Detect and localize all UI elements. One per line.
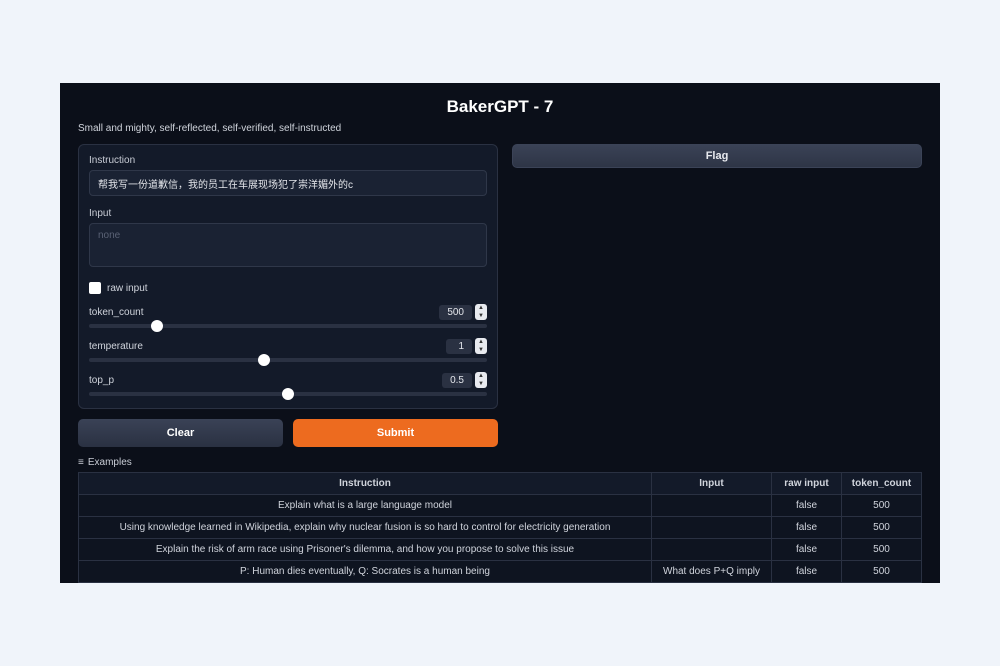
temperature-stepper[interactable]: ▲ ▼ [475,338,487,354]
page-title: BakerGPT - 7 [78,97,922,117]
table-row[interactable]: P: Human dies eventually, Q: Socrates is… [79,561,922,583]
flag-button[interactable]: Flag [512,144,922,168]
main-columns: Instruction Input raw input token_count … [78,144,922,447]
raw-input-row[interactable]: raw input [89,282,487,294]
th-input: Input [652,473,772,495]
cell-raw_input: false [772,517,842,539]
chevron-down-icon[interactable]: ▼ [475,312,487,320]
token-count-value[interactable]: 500 [439,305,472,320]
submit-button[interactable]: Submit [293,419,498,447]
chevron-up-icon[interactable]: ▲ [475,338,487,346]
top-p-value[interactable]: 0.5 [442,373,472,388]
app-window: BakerGPT - 7 Small and mighty, self-refl… [60,83,940,583]
cell-raw_input: false [772,561,842,583]
instruction-label: Instruction [89,155,487,166]
cell-instruction: P: Human dies eventually, Q: Socrates is… [79,561,652,583]
th-instruction: Instruction [79,473,652,495]
left-column: Instruction Input raw input token_count … [78,144,498,447]
examples-label: ≡ Examples [78,457,922,468]
raw-input-checkbox[interactable] [89,282,101,294]
temperature-label: temperature [89,341,143,352]
top-p-stepper[interactable]: ▲ ▼ [475,372,487,388]
cell-instruction: Explain what is a large language model [79,495,652,517]
cell-token_count: 500 [842,539,922,561]
cell-instruction: Using knowledge learned in Wikipedia, ex… [79,517,652,539]
cell-token_count: 500 [842,495,922,517]
cell-input [652,495,772,517]
cell-input [652,539,772,561]
th-token-count: token_count [842,473,922,495]
top-p-label: top_p [89,375,114,386]
chevron-down-icon[interactable]: ▼ [475,380,487,388]
token-count-label: token_count [89,307,144,318]
examples-table: Instruction Input raw input token_count … [78,472,922,583]
cell-instruction: Explain the risk of arm race using Priso… [79,539,652,561]
app-content: BakerGPT - 7 Small and mighty, self-refl… [60,83,940,583]
raw-input-label: raw input [107,283,148,294]
slider-thumb[interactable] [151,320,163,332]
top-p-slider-row: top_p 0.5 ▲ ▼ [89,372,487,396]
cell-raw_input: false [772,539,842,561]
page-subtitle: Small and mighty, self-reflected, self-v… [78,123,922,134]
right-column: Flag [512,144,922,447]
chevron-up-icon[interactable]: ▲ [475,304,487,312]
th-raw-input: raw input [772,473,842,495]
action-buttons: Clear Submit [78,419,498,447]
cell-raw_input: false [772,495,842,517]
input-textarea[interactable] [89,223,487,267]
token-count-slider[interactable] [89,324,487,328]
temperature-slider[interactable] [89,358,487,362]
token-count-stepper[interactable]: ▲ ▼ [475,304,487,320]
cell-input: What does P+Q imply [652,561,772,583]
cell-token_count: 500 [842,517,922,539]
clear-button[interactable]: Clear [78,419,283,447]
temperature-value[interactable]: 1 [446,339,472,354]
input-panel: Instruction Input raw input token_count … [78,144,498,409]
top-p-slider[interactable] [89,392,487,396]
list-icon: ≡ [78,457,84,468]
chevron-down-icon[interactable]: ▼ [475,346,487,354]
slider-thumb[interactable] [258,354,270,366]
cell-token_count: 500 [842,561,922,583]
table-row[interactable]: Explain what is a large language model fa… [79,495,922,517]
table-row[interactable]: Explain the risk of arm race using Priso… [79,539,922,561]
temperature-slider-row: temperature 1 ▲ ▼ [89,338,487,362]
input-label: Input [89,208,487,219]
examples-section: ≡ Examples Instruction Input raw input t… [78,457,922,583]
instruction-input[interactable] [89,170,487,196]
table-row[interactable]: Using knowledge learned in Wikipedia, ex… [79,517,922,539]
token-count-slider-row: token_count 500 ▲ ▼ [89,304,487,328]
slider-thumb[interactable] [282,388,294,400]
chevron-up-icon[interactable]: ▲ [475,372,487,380]
table-header-row: Instruction Input raw input token_count [79,473,922,495]
cell-input [652,517,772,539]
